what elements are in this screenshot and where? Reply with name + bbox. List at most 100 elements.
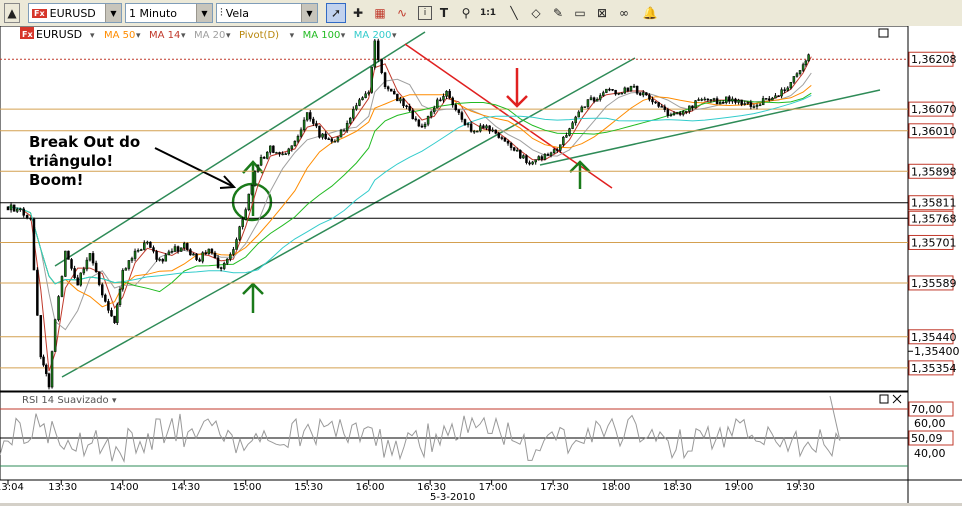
candle-down	[482, 125, 485, 129]
candle-up	[761, 98, 765, 106]
zoom-icon[interactable]: ⚲	[456, 3, 476, 23]
text-icon[interactable]: T	[434, 3, 454, 23]
time-axis-label: 18:00	[602, 482, 631, 493]
candle-up	[565, 135, 568, 138]
time-axis-label: 13:30	[48, 482, 77, 493]
candle-up	[731, 98, 734, 102]
candle-up	[121, 270, 125, 290]
candle-up	[789, 82, 793, 89]
candle-up	[244, 209, 247, 220]
candle-up	[598, 95, 602, 100]
fx-logo-icon: Fx	[32, 8, 47, 18]
candle-up	[158, 259, 161, 261]
candle-up	[479, 125, 482, 132]
candle-down	[608, 88, 611, 91]
legend-chevron-icon: ▾	[226, 31, 231, 41]
candle-down	[749, 102, 753, 107]
pointer-icon[interactable]: ➚	[326, 3, 346, 23]
candle-up	[562, 136, 565, 145]
rsi-current-value: 70,00	[911, 403, 943, 416]
candle-up	[164, 254, 168, 262]
candle-up	[281, 153, 284, 156]
eraser-icon[interactable]: ◇	[526, 3, 546, 23]
candle-down	[198, 259, 201, 262]
candle-up	[786, 87, 789, 91]
candle-up	[139, 249, 143, 251]
legend-chevron-icon: ▾	[290, 31, 295, 41]
rsi-axis: 70,00 60,00 50,09 40,00	[908, 401, 954, 460]
candle-up	[801, 64, 805, 71]
candle-up	[364, 93, 367, 98]
collapse-icon[interactable]: ▲	[4, 3, 20, 23]
candle-up	[348, 117, 352, 124]
link-icon[interactable]: ∞	[614, 3, 634, 23]
candle-down	[660, 106, 663, 108]
candle-up	[798, 70, 802, 74]
symbol-select[interactable]: Fx EURUSD ▼	[28, 3, 122, 23]
candle-up	[672, 112, 676, 116]
candle-down	[45, 364, 48, 374]
candle-down	[25, 215, 29, 219]
candle-down	[463, 119, 467, 126]
candle-up	[746, 102, 750, 104]
chart-style-select[interactable]: ⫶ Vela ▼	[216, 3, 318, 23]
candle-up	[476, 130, 479, 133]
candle-up	[284, 153, 287, 155]
chart-area[interactable]: Fx EURUSD ▾ MA 50 ▾ MA 14 ▾ MA 20 ▾ Pivot(D) ▾ M…	[0, 25, 962, 503]
candle-up	[432, 107, 436, 113]
tools-icon[interactable]: ✎	[548, 3, 568, 23]
timeframe-select[interactable]: 1 Minuto ▼	[125, 3, 213, 23]
candle-up	[133, 250, 137, 259]
price-axis-label: 1,36070	[911, 103, 957, 116]
candle-up	[442, 96, 445, 101]
candle-down	[777, 95, 780, 97]
candle-down	[376, 40, 380, 60]
annotation-line-3: Boom!	[29, 171, 84, 189]
candle-up	[571, 122, 574, 129]
candle-up	[703, 98, 706, 101]
candle-up	[807, 54, 810, 62]
candle-up	[259, 157, 263, 166]
crosshair-icon[interactable]: ✚	[348, 3, 368, 23]
candle-up	[333, 140, 337, 143]
candle-down	[506, 140, 510, 144]
candle-up	[136, 249, 140, 252]
candle-down	[764, 98, 768, 100]
candle-down	[663, 106, 667, 110]
annotation-line-2: triângulo!	[29, 152, 113, 170]
rsi-panel	[0, 391, 909, 481]
candle-up	[574, 116, 577, 124]
candle-up	[60, 276, 64, 297]
candle-up	[466, 123, 470, 126]
legend-item: MA 14	[149, 30, 180, 41]
candle-up	[179, 247, 183, 252]
candle-up	[15, 208, 19, 212]
candle-up	[293, 140, 297, 147]
candle-up	[669, 114, 673, 117]
price-chart[interactable]: Fx EURUSD ▾ MA 50 ▾ MA 14 ▾ MA 20 ▾ Pivot(D) ▾ M…	[0, 25, 962, 503]
candle-down	[648, 94, 651, 100]
window-icon[interactable]: ▭	[570, 3, 590, 23]
candle-up	[85, 259, 89, 270]
indicator-icon[interactable]: ∿	[392, 3, 412, 23]
candle-down	[611, 89, 614, 91]
candle-up	[426, 116, 430, 125]
zoom-reset-button[interactable]: 1:1	[478, 3, 498, 23]
candle-icon: ⫶	[220, 6, 223, 19]
candle-up	[79, 272, 82, 286]
close-window-icon[interactable]: ⊠	[592, 3, 612, 23]
price-axis-label: 1,35768	[911, 212, 957, 225]
time-axis-label: 15:30	[294, 482, 323, 493]
candle-down	[721, 101, 725, 104]
rsi-level-60-label: 60,00	[914, 417, 946, 430]
candle-down	[691, 105, 694, 109]
info-icon[interactable]: i	[418, 6, 432, 20]
candle-down	[626, 87, 630, 92]
grid-icon[interactable]: ▦	[370, 3, 390, 23]
candle-down	[186, 243, 189, 250]
candle-up	[373, 40, 377, 68]
alarm-icon[interactable]: 🔔	[640, 3, 660, 23]
candle-up	[537, 156, 541, 160]
trendline-icon[interactable]: ╲	[504, 3, 524, 23]
chevron-down-icon: ▼	[105, 4, 121, 22]
